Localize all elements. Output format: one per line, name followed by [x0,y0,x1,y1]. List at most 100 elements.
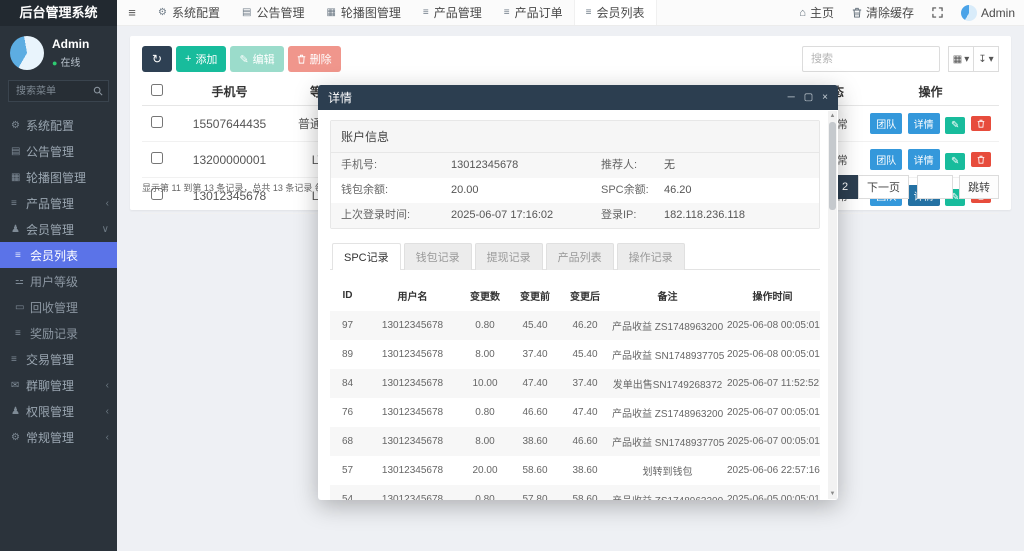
scrollbar-thumb[interactable] [829,122,836,210]
tab-announcement[interactable]: ▤公告管理 [231,0,315,25]
close-icon[interactable]: × [822,92,828,103]
tab-withdraw-records[interactable]: 提现记录 [475,243,543,270]
sidebar-item-product[interactable]: ≡产品管理‹ [0,190,117,216]
sidebar-item-system-config[interactable]: ⚙系统配置 [0,112,117,138]
sidebar-item-banner[interactable]: ▦轮播图管理 [0,164,117,190]
card-icon: ▭ [15,302,30,313]
col-id: ID [330,280,365,311]
edit-row-button[interactable]: ✎ [945,153,965,170]
tab-wallet-records[interactable]: 钱包记录 [404,243,472,270]
sidebar-item-permission[interactable]: ♟权限管理‹ [0,398,117,424]
trash-icon [297,54,306,64]
modal-title: 详情 [328,89,352,106]
home-button[interactable]: ⌂主页 [790,0,843,25]
tab-system-config[interactable]: ⚙ 系统配置 [147,0,231,25]
col-op-time: 操作时间 [725,280,820,311]
row-checkbox[interactable] [151,116,163,128]
sidebar-item-user-level[interactable]: ⚍用户等级 [0,268,117,294]
col-operation: 操作 [862,78,999,106]
pencil-icon: ✎ [951,156,959,167]
tab-member-list[interactable]: ≡会员列表 [574,0,657,25]
gear-icon: ⚙ [158,7,167,18]
cell-phone: 13200000001 [172,142,287,178]
sidebar-item-member-list[interactable]: ≡会员列表 [0,242,117,268]
minimize-icon[interactable]: ─ [788,92,795,103]
home-label: 主页 [810,4,834,21]
delete-row-button[interactable] [971,152,991,167]
tab-label: 会员列表 [596,4,644,21]
col-before: 变更前 [510,280,560,311]
sidebar-item-member[interactable]: ♟会员管理∨ [0,216,117,242]
hamburger-icon[interactable]: ≡ [117,0,147,25]
sidebar-item-announcement[interactable]: ▤公告管理 [0,138,117,164]
sidebar: 后台管理系统 Admin ●在线 ⚙系统配置 ▤公告管理 ▦轮播图管理 ≡产品管… [0,0,117,551]
modal-header[interactable]: 详情 ─ ▢ × [318,85,838,110]
sidebar-item-label: 奖励记录 [30,325,78,342]
cell-id: 84 [330,369,365,398]
sidebar-item-reward[interactable]: ≡奖励记录 [0,320,117,346]
sidebar-user-panel: Admin ●在线 [0,26,117,78]
referrer-label: 推荐人: [601,153,637,178]
online-status: ●在线 [52,54,89,69]
sidebar-item-label: 用户等级 [30,273,78,290]
delete-button[interactable]: 删除 [288,46,341,72]
scroll-up-icon[interactable]: ▲ [828,111,837,121]
select-all-checkbox[interactable] [151,84,163,96]
export-dropdown-button[interactable]: ↧▾ [973,46,999,72]
clear-cache-button[interactable]: 清除缓存 [843,0,923,25]
cell-username: 13012345678 [365,340,460,369]
refresh-button[interactable]: ↻ [142,46,172,72]
tab-product-order[interactable]: ≡产品订单 [493,0,574,25]
jump-button[interactable]: 跳转 [959,175,999,199]
sidebar-item-recycle[interactable]: ▭回收管理 [0,294,117,320]
scroll-down-icon[interactable]: ▼ [828,489,837,499]
tab-spc-records[interactable]: SPC记录 [332,243,401,270]
tab-label: 产品管理 [434,4,482,21]
cell-before: 37.40 [510,340,560,369]
edit-row-button[interactable]: ✎ [945,117,965,134]
table-header-row: ID 用户名 变更数 变更前 变更后 备注 操作时间 [330,280,820,311]
tab-banner[interactable]: ▦轮播图管理 [315,0,411,25]
add-button[interactable]: +添加 [176,46,226,72]
user-icon: ♟ [11,224,26,235]
pencil-icon: ✎ [951,120,959,131]
table-search-input[interactable] [802,46,940,72]
next-page-button[interactable]: 下一页 [858,175,909,199]
sidebar-item-trade[interactable]: ≡交易管理 [0,346,117,372]
cell-change: 8.00 [460,340,510,369]
cell-id: 89 [330,340,365,369]
tab-product-list[interactable]: 产品列表 [546,243,614,270]
modal-scrollbar[interactable]: ▲ ▼ [828,111,837,499]
last-login-value: 2025-06-07 17:16:02 [451,203,553,228]
row-checkbox[interactable] [151,152,163,164]
tab-label: 系统配置 [172,4,220,21]
jump-page-input[interactable] [917,175,953,199]
phone-label: 手机号: [341,153,377,178]
fullscreen-button[interactable] [923,0,952,25]
user-menu[interactable]: Admin [952,0,1024,25]
tab-operation-records[interactable]: 操作记录 [617,243,685,270]
sidebar-item-general[interactable]: ⚙常规管理‹ [0,424,117,450]
sidebar-item-label: 会员列表 [30,247,78,264]
team-button[interactable]: 团队 [870,149,902,170]
detail-button[interactable]: 详情 [908,149,940,170]
cell-username: 13012345678 [365,369,460,398]
cell-id: 54 [330,485,365,500]
delete-row-button[interactable] [971,116,991,131]
cell-remark: 产品收益 ZS1748963200 [610,398,725,427]
columns-dropdown-button[interactable]: ▦▾ [948,46,974,72]
team-button[interactable]: 团队 [870,113,902,134]
edit-button[interactable]: ✎编辑 [230,46,283,72]
cell-remark: 划转到钱包 [610,456,725,485]
account-info-title: 账户信息 [331,121,819,153]
tab-product[interactable]: ≡产品管理 [412,0,493,25]
account-info-panel: 账户信息 手机号: 13012345678 推荐人: 无 钱包余额: 20.00… [330,120,820,229]
online-dot-icon: ● [52,58,57,68]
detail-button[interactable]: 详情 [908,113,940,134]
sitemap-icon: ⚍ [15,276,30,287]
trash-icon [977,119,985,128]
fullscreen-icon [932,7,943,18]
sidebar-item-groupchat[interactable]: ✉群聊管理‹ [0,372,117,398]
maximize-icon[interactable]: ▢ [804,92,813,103]
add-label: 添加 [195,51,217,67]
